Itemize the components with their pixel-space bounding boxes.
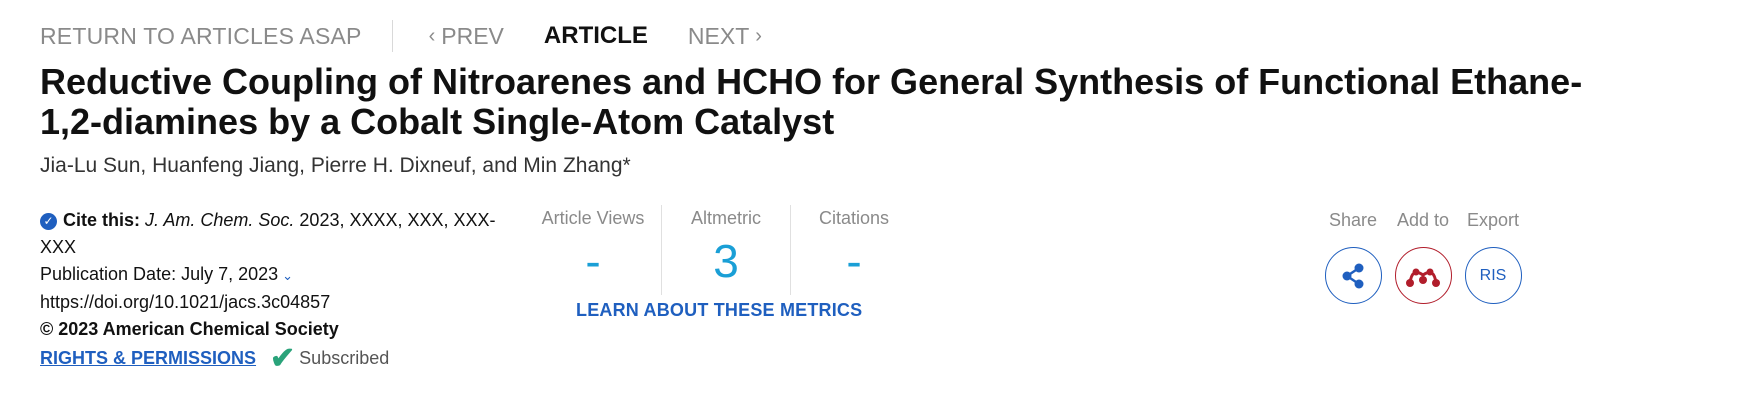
check-circle-icon: ✓ <box>40 213 57 230</box>
return-to-articles-link[interactable]: RETURN TO ARTICLES ASAP <box>40 23 362 50</box>
next-label: NEXT <box>687 22 750 49</box>
metric-citations: Citations - <box>791 205 917 295</box>
citation-info: ✓ Cite this: J. Am. Chem. Soc. 2023, XXXX… <box>40 207 510 375</box>
article-metrics: Article Views - Altmetric 3 Citations - <box>525 205 917 295</box>
prev-article-link[interactable]: ‹ PREV <box>423 23 504 50</box>
next-article-link[interactable]: NEXT › <box>688 23 768 50</box>
article-views-label: Article Views <box>541 208 645 228</box>
journal-name: J. Am. Chem. Soc. <box>145 210 295 230</box>
cite-this[interactable]: ✓ Cite this: J. Am. Chem. Soc. 2023, XXXX… <box>40 207 510 261</box>
article-title: Reductive Coupling of Nitroarenes and HC… <box>40 61 1583 142</box>
metric-altmetric[interactable]: Altmetric 3 <box>661 205 791 295</box>
chevron-down-icon: ⌄ <box>282 268 294 283</box>
share-button[interactable] <box>1324 247 1382 304</box>
learn-about-metrics-link[interactable]: LEARN ABOUT THESE METRICS <box>576 300 862 321</box>
share-icon <box>1342 263 1364 288</box>
citations-label: Citations <box>818 208 890 228</box>
rights-permissions-link[interactable]: RIGHTS & PERMISSIONS <box>40 345 256 372</box>
altmetric-label: Altmetric <box>690 208 761 228</box>
chevron-left-icon: ‹ <box>428 24 436 47</box>
cite-label: Cite this: <box>63 210 141 230</box>
rights-row: RIGHTS & PERMISSIONS ✔ Subscribed <box>40 341 510 375</box>
metric-article-views: Article Views - <box>525 205 661 295</box>
export-action: Export RIS <box>1462 207 1524 304</box>
publication-date-text: Publication Date: July 7, 2023 <box>40 264 279 284</box>
publication-date[interactable]: Publication Date: July 7, 2023 ⌄ <box>40 261 510 289</box>
article-actions: Share Add to Export RIS <box>1322 207 1524 304</box>
doi-link[interactable]: https://doi.org/10.1021/jacs.3c04857 <box>40 289 510 316</box>
chevron-right-icon: › <box>755 24 762 47</box>
add-to-mendeley-button[interactable] <box>1394 247 1452 304</box>
citations-value: - <box>846 235 862 287</box>
share-action: Share <box>1322 207 1384 304</box>
checkmark-icon: ✔ <box>270 341 296 375</box>
author-list[interactable]: Jia-Lu Sun, Huanfeng Jiang, Pierre H. Di… <box>40 154 631 178</box>
copyright-notice: © 2023 American Chemical Society <box>40 319 339 339</box>
prev-label: PREV <box>441 22 504 49</box>
add-to-label: Add to <box>1396 210 1450 230</box>
export-label: Export <box>1466 210 1520 230</box>
altmetric-value[interactable]: 3 <box>662 231 790 291</box>
add-to-action: Add to <box>1392 207 1454 304</box>
current-article-label: ARTICLE <box>543 22 648 49</box>
mendeley-icon <box>1406 268 1440 287</box>
nav-divider <box>391 20 393 52</box>
subscribed-status: Subscribed <box>299 348 390 368</box>
article-views-value: - <box>585 235 601 287</box>
export-ris-button[interactable]: RIS <box>1464 247 1522 304</box>
article-navigation: RETURN TO ARTICLES ASAP ‹ PREV ARTICLE N… <box>40 20 768 52</box>
ris-label: RIS <box>1479 266 1507 284</box>
share-label: Share <box>1328 210 1378 230</box>
